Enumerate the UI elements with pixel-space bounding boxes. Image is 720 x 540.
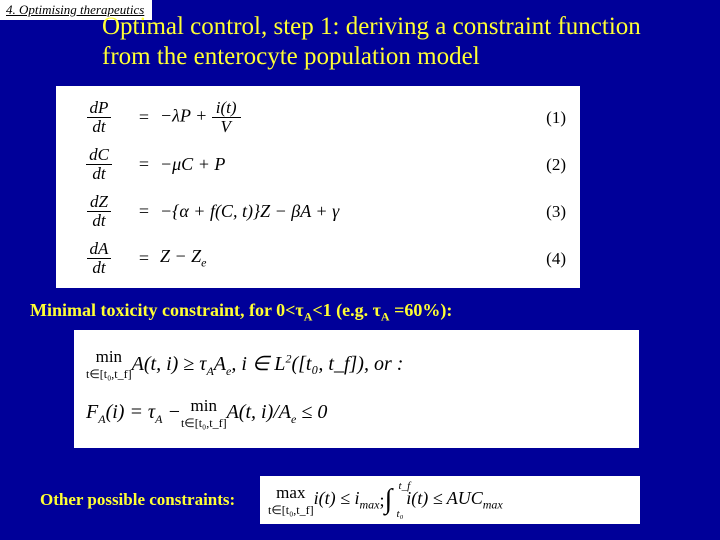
constraint-line-2: FA(i) = τA − mint∈[t₀,t_f] A(t, i)/Ae ≤ … xyxy=(86,389,627,438)
b3a: i(t) ≤ imax xyxy=(314,488,380,513)
l2-body: FA(i) = τA − xyxy=(86,401,181,427)
eq-number: (3) xyxy=(526,202,566,222)
eq-lhs-num: dA xyxy=(87,240,112,259)
l1d: , i ∈ L xyxy=(231,353,285,375)
l1a: A(t, i) ≥ τ xyxy=(132,353,207,375)
l2a: F xyxy=(86,401,98,423)
int-hi: t_f xyxy=(399,480,411,492)
cl-sub2: A xyxy=(381,310,390,324)
l1e: ([t₀, t_f]), or : xyxy=(291,353,403,375)
eq-lhs-den: dt xyxy=(87,212,111,230)
max-block: maxt∈[t₀,t_f] xyxy=(268,483,314,518)
l2b: (i) = τ xyxy=(106,401,156,423)
eq4-sub: e xyxy=(201,256,206,270)
max-bot: t∈[t₀,t_f] xyxy=(268,503,314,518)
l1b: A xyxy=(206,364,213,378)
b3b-sub: max xyxy=(483,497,503,511)
b3a-sub: max xyxy=(360,497,380,511)
cl-c: =60%): xyxy=(390,300,453,320)
equals: = xyxy=(128,107,160,128)
constraint-equations-box: mint∈[t₀,t_f] A(t, i) ≥ τAAe, i ∈ L2([t₀… xyxy=(74,330,639,448)
equation-row: dZdt = −{α + f(C, t)}Z − βA + γ (3) xyxy=(70,188,566,235)
eq-lhs-num: dZ xyxy=(87,193,111,212)
b3a-t: i(t) ≤ i xyxy=(314,488,360,508)
cl-a: Minimal toxicity constraint, for 0<τ xyxy=(30,300,304,320)
l2-body2: A(t, i)/Ae ≤ 0 xyxy=(227,401,328,427)
max-top: max xyxy=(268,483,314,503)
equals: = xyxy=(128,154,160,175)
min-top: min xyxy=(181,396,227,416)
eq-lhs-den: dt xyxy=(86,165,112,183)
equations-box: dPdt = −λP + i(t)V (1) dCdt = −μC + P (2… xyxy=(56,86,580,288)
l2c: − xyxy=(162,401,181,423)
min-top: min xyxy=(86,347,132,367)
b3b-t: i(t) ≤ AUC xyxy=(406,488,483,508)
min-bot: t∈[t₀,t_f] xyxy=(181,416,227,431)
eq-lhs-den: dt xyxy=(87,259,112,277)
other-constraints-box: maxt∈[t₀,t_f] i(t) ≤ imax ; ∫t_ft₀ i(t) … xyxy=(260,476,640,524)
l1-body: A(t, i) ≥ τAAe, i ∈ L2([t₀, t_f]), or : xyxy=(132,351,404,379)
constraint-label: Minimal toxicity constraint, for 0<τ A<1 … xyxy=(30,300,452,325)
eq1-frac-n: i(t) xyxy=(212,99,241,118)
int-lo: t₀ xyxy=(397,508,404,520)
eq-rhs: −μC + P xyxy=(160,154,526,175)
l2asub: A xyxy=(98,412,105,426)
eq-number: (1) xyxy=(526,108,566,128)
b3b: i(t) ≤ AUCmax xyxy=(406,488,503,513)
integral-icon: ∫t_ft₀ xyxy=(385,484,393,516)
constraint-line-1: mint∈[t₀,t_f] A(t, i) ≥ τAAe, i ∈ L2([t₀… xyxy=(86,340,627,389)
eq-number: (2) xyxy=(526,155,566,175)
eq-rhs: −{α + f(C, t)}Z − βA + γ xyxy=(160,201,526,222)
equals: = xyxy=(128,248,160,269)
min-bot: t∈[t₀,t_f] xyxy=(86,367,132,382)
l2d: A(t, i)/A xyxy=(227,401,291,423)
equation-row: dAdt = Z − Ze (4) xyxy=(70,235,566,282)
eq1-frac-d: V xyxy=(212,118,241,136)
eq-lhs-num: dP xyxy=(87,99,112,118)
equation-row: dPdt = −λP + i(t)V (1) xyxy=(70,94,566,141)
cl-b: <1 (e.g. τ xyxy=(312,300,381,320)
l2e: ≤ 0 xyxy=(296,401,327,423)
eq4-text: Z − Z xyxy=(160,246,201,266)
eq1-text: −λP + xyxy=(160,106,207,126)
l1c: A xyxy=(214,353,226,375)
eq-number: (4) xyxy=(526,249,566,269)
equation-row: dCdt = −μC + P (2) xyxy=(70,141,566,188)
eq-lhs-den: dt xyxy=(87,118,112,136)
eq-rhs: −λP + i(t)V xyxy=(160,99,526,136)
min-block: mint∈[t₀,t_f] xyxy=(181,396,227,431)
equals: = xyxy=(128,201,160,222)
min-block: mint∈[t₀,t_f] xyxy=(86,347,132,382)
slide-title: Optimal control, step 1: deriving a cons… xyxy=(102,12,662,71)
other-constraints-label: Other possible constraints: xyxy=(40,490,235,510)
eq-lhs-num: dC xyxy=(86,146,112,165)
eq-rhs: Z − Ze xyxy=(160,246,526,271)
